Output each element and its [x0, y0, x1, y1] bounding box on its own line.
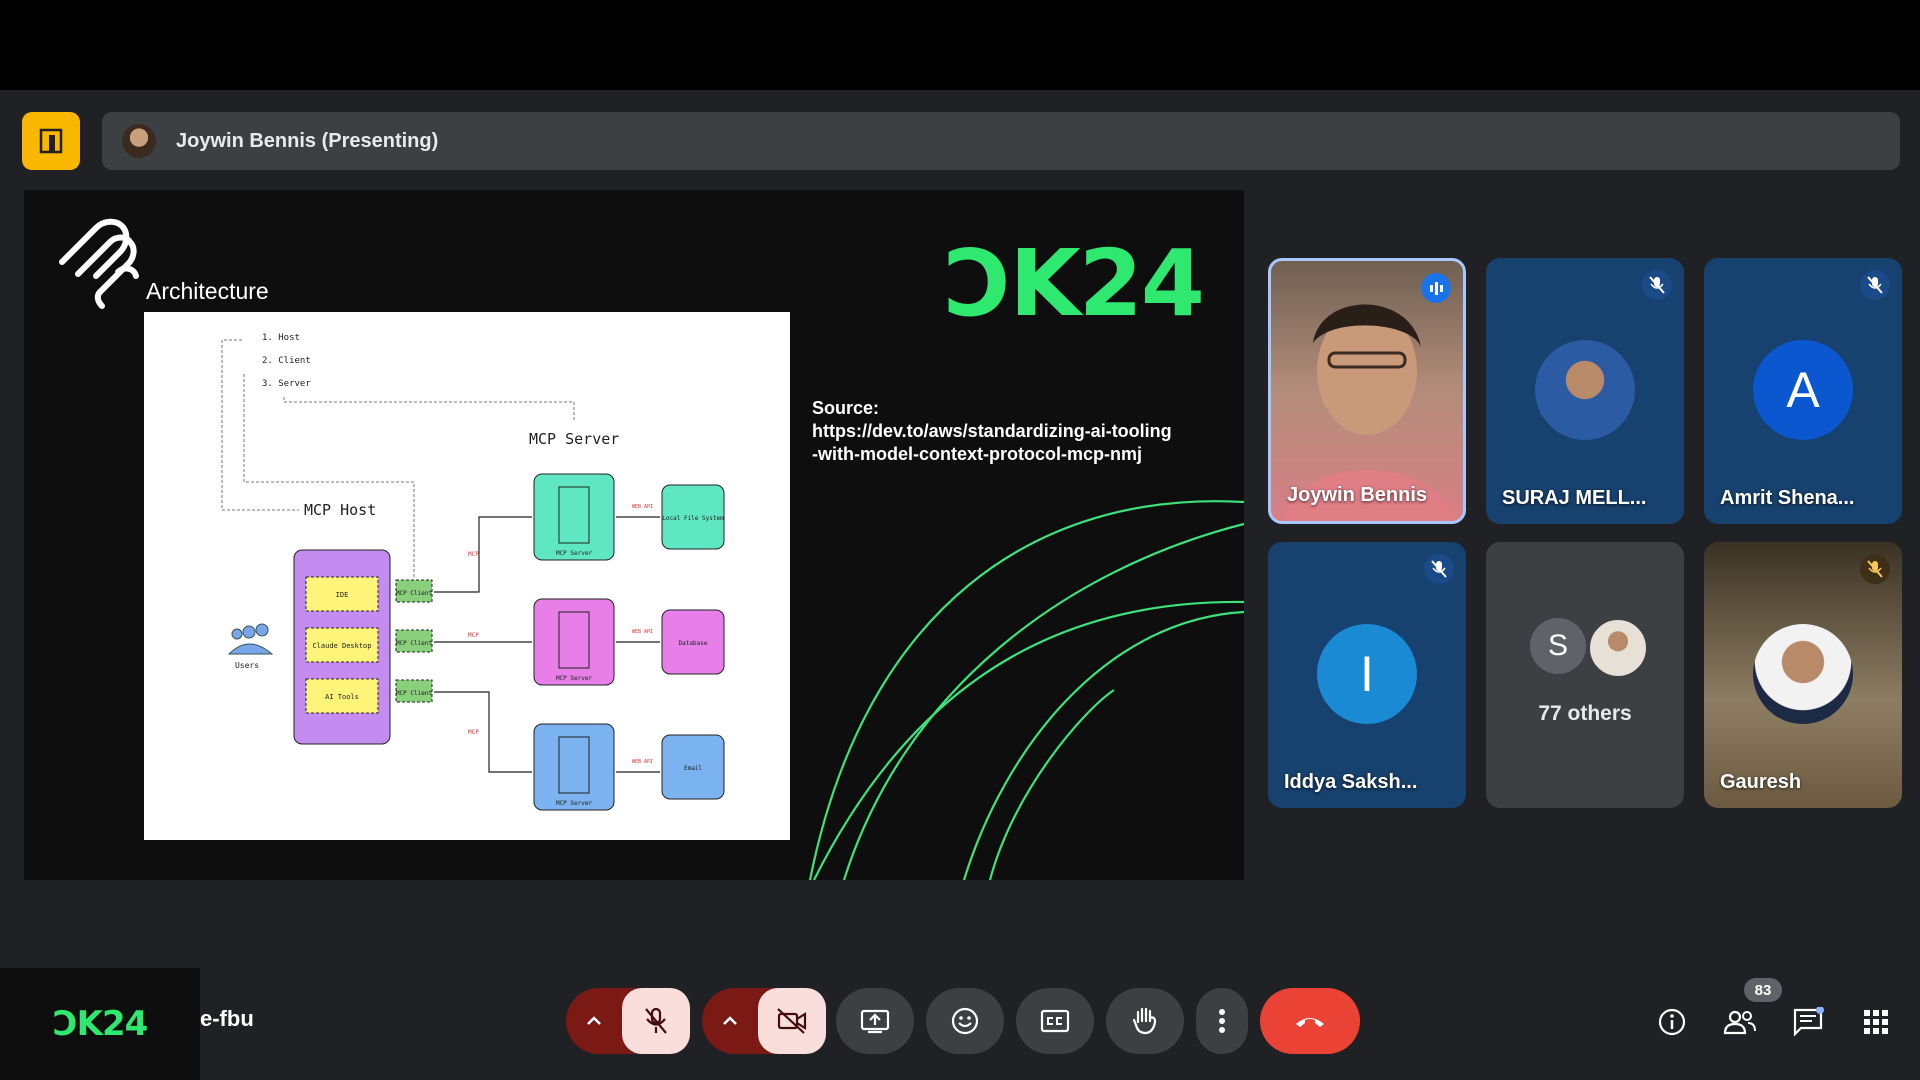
camera-off-icon: [777, 1008, 807, 1034]
diagram-server-box-2: MCP Server: [556, 675, 593, 682]
avatar: A: [1753, 340, 1853, 440]
diagram-mcp-2: MCP: [468, 632, 479, 639]
participant-name: Joywin Bennis: [1287, 484, 1428, 506]
slide-title: Architecture: [146, 278, 269, 304]
mic-control-group: [566, 988, 690, 1054]
diagram-mcp-3: MCP: [468, 729, 479, 736]
source-label: Source:: [812, 398, 880, 418]
diagram-users-label: Users: [235, 661, 259, 670]
diagram-list-3: 3. Server: [262, 379, 311, 389]
mic-muted-icon: [1642, 270, 1672, 300]
participant-tile[interactable]: S 77 others: [1486, 542, 1684, 808]
participant-tile[interactable]: SURAJ MELL...: [1486, 258, 1684, 524]
avatar: [1588, 618, 1648, 678]
participant-tile[interactable]: A Amrit Shena...: [1704, 258, 1902, 524]
more-options-button[interactable]: [1196, 988, 1248, 1054]
diagram-resource-2: Database: [679, 640, 708, 647]
others-count: 77 others: [1538, 702, 1632, 725]
diagram-resource-1: Local File System: [662, 515, 724, 522]
microphone-toggle-button[interactable]: [622, 988, 690, 1054]
present-screen-button[interactable]: [836, 988, 914, 1054]
people-icon[interactable]: [1722, 1004, 1758, 1040]
participant-count-badge: 83: [1744, 978, 1782, 1002]
leave-call-button[interactable]: [1260, 988, 1360, 1054]
meeting-window: Joywin Bennis (Presenting) Architecture …: [0, 90, 1920, 1080]
diagram-webapi-2: WEB API: [632, 629, 653, 635]
diagram-host-heading: MCP Host: [304, 501, 376, 519]
diagram-list-2: 2. Client: [262, 356, 311, 366]
diagram-mcp-1: MCP: [468, 551, 479, 558]
present-screen-icon: [860, 1009, 890, 1034]
participant-tile[interactable]: Gauresh: [1704, 542, 1902, 808]
presentation-icon[interactable]: [22, 112, 80, 170]
camera-control-group: [702, 988, 826, 1054]
diagram-host-item-3: AI Tools: [325, 693, 359, 701]
meeting-code: e-fbu: [200, 1006, 254, 1031]
diagram-server-box-3: MCP Server: [556, 800, 593, 807]
mic-off-icon: [645, 1007, 667, 1034]
raise-hand-button[interactable]: [1106, 988, 1184, 1054]
diagram-host-item-1: IDE: [336, 591, 349, 599]
presenter-name: Joywin Bennis (Presenting): [176, 129, 439, 152]
avatar: I: [1317, 624, 1417, 724]
control-bar: ƆK24 e-fbu 83: [0, 968, 1920, 1080]
diagram-client-3: MCP Client: [396, 690, 433, 697]
end-call-icon: [1296, 1018, 1324, 1027]
audio-options-chevron-icon[interactable]: [566, 988, 622, 1054]
avatar: [1535, 340, 1635, 440]
participant-name: Amrit Shena...: [1720, 487, 1855, 509]
apps-grid-icon[interactable]: [1858, 1004, 1894, 1040]
source-citation: Source: https://dev.to/aws/standardizing…: [812, 397, 1172, 466]
chat-icon[interactable]: [1790, 1004, 1826, 1040]
captions-button[interactable]: [1016, 988, 1094, 1054]
bottom-brand-text: ƆK24: [52, 1004, 149, 1044]
mic-muted-icon: [1860, 554, 1890, 584]
captions-icon: [1040, 1009, 1070, 1033]
diagram-resource-3: Email: [684, 765, 702, 772]
avatar: [1753, 624, 1853, 724]
source-url: https://dev.to/aws/standardizing-ai-tool…: [812, 421, 1172, 464]
diagram-client-1: MCP Client: [396, 590, 433, 597]
architecture-diagram: 1. Host 2. Client 3. Server MCP Server M…: [144, 312, 790, 840]
camera-toggle-button[interactable]: [758, 988, 826, 1054]
diagram-list-1: 1. Host: [262, 333, 300, 343]
diagram-host-item-2: Claude Desktop: [312, 642, 371, 650]
participant-name: Gauresh: [1720, 771, 1802, 793]
participant-name: SURAJ MELL...: [1502, 487, 1647, 509]
participant-tile[interactable]: I Iddya Saksh...: [1268, 542, 1466, 808]
video-options-chevron-icon[interactable]: [702, 988, 758, 1054]
diagram-server-box-1: MCP Server: [556, 550, 593, 557]
presenter-avatar: [122, 124, 156, 158]
shared-slide: Architecture ƆK24 1. Host 2. Client 3. S…: [24, 190, 1244, 880]
speaking-indicator-icon: [1421, 273, 1451, 303]
diagram-webapi-3: WEB API: [632, 759, 653, 765]
presenting-bar: Joywin Bennis (Presenting): [22, 112, 1900, 170]
brand-logo: ƆK24: [944, 230, 1205, 337]
diagram-webapi-1: WEB API: [632, 504, 653, 510]
diagram-client-2: MCP Client: [396, 640, 433, 647]
diagram-server-heading: MCP Server: [529, 430, 619, 448]
hand-icon: [1132, 1007, 1157, 1035]
participant-tile[interactable]: Joywin Bennis: [1268, 258, 1466, 524]
mcp-logo-icon: [59, 218, 139, 309]
presenter-banner: Joywin Bennis (Presenting): [102, 112, 1900, 170]
mic-muted-icon: [1860, 270, 1890, 300]
participant-name: Iddya Saksh...: [1284, 771, 1418, 793]
mic-muted-icon: [1424, 554, 1454, 584]
more-vert-icon: [1219, 1009, 1225, 1033]
reactions-button[interactable]: [926, 988, 1004, 1054]
bottom-brand-logo: ƆK24: [0, 968, 200, 1080]
avatar: S: [1530, 618, 1586, 674]
emoji-icon: [951, 1007, 979, 1035]
meeting-details-icon[interactable]: [1654, 1004, 1690, 1040]
